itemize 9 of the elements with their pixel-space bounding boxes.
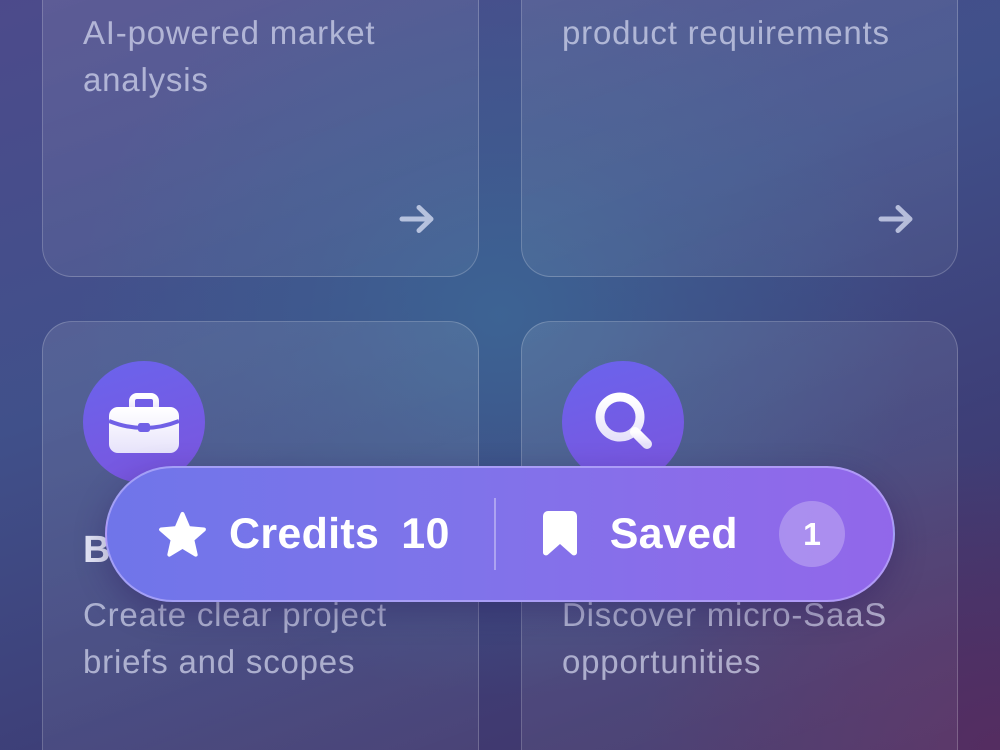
card-title: B [83, 528, 110, 573]
card-description: Create clear project briefs and scopes [83, 595, 388, 682]
credits-label: Credits [229, 509, 380, 559]
saved-label: Saved [610, 509, 738, 559]
credits-value: 10 [401, 509, 450, 559]
card-description: Discover micro-SaaS opportunities [562, 595, 888, 682]
saved-count-badge: 1 [779, 501, 845, 567]
card-description: AI-powered market analysis [83, 13, 376, 100]
card-description: product requirements [562, 13, 891, 53]
